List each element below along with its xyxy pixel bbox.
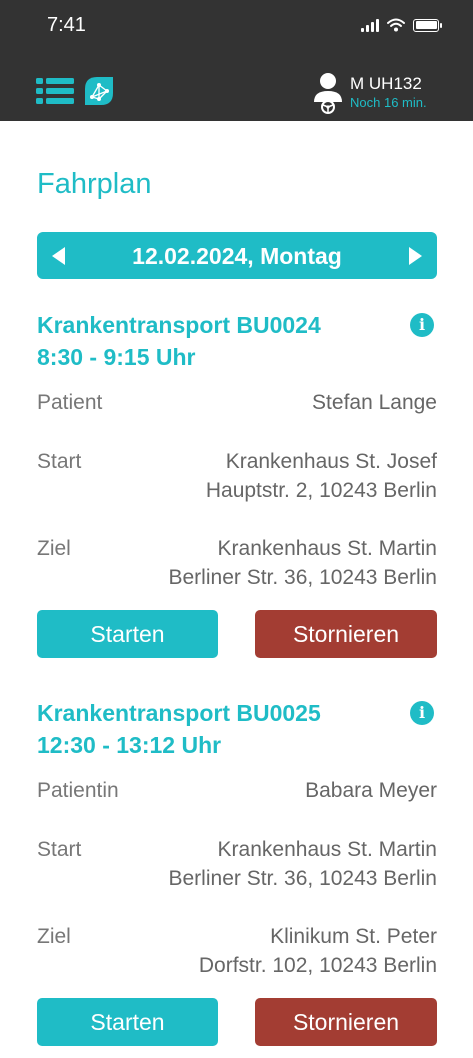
destination-line-1: Krankenhaus St. Martin [217, 537, 437, 560]
start-button[interactable]: Starten [37, 998, 218, 1046]
patient-name: Stefan Lange [312, 391, 437, 414]
destination-line-2: Berliner Str. 36, 10243 Berlin [168, 566, 438, 589]
date-navigator: 12.02.2024, Montag [37, 232, 437, 279]
vehicle-id: M UH132 [350, 74, 422, 93]
remaining-time: Noch 16 min. [350, 95, 427, 110]
start-location: Krankenhaus St. Josef Hauptstr. 2, 10243… [206, 447, 437, 505]
wifi-icon [387, 18, 405, 32]
patient-name: Babara Meyer [305, 779, 437, 802]
start-line-1: Krankenhaus St. Martin [217, 838, 437, 861]
transport-title: Krankentransport BU0025 [37, 700, 321, 726]
current-date: 12.02.2024, Montag [132, 243, 342, 269]
battery-icon [413, 18, 442, 32]
transport-card: Krankentransport BU0025 12:30 - 13:12 Uh… [37, 698, 437, 1058]
cancel-button[interactable]: Stornieren [255, 610, 437, 658]
patient-label: Patient [37, 391, 103, 414]
destination-line-1: Klinikum St. Peter [270, 925, 437, 948]
info-icon[interactable]: i [410, 313, 434, 337]
info-icon[interactable]: i [410, 701, 434, 725]
status-time: 7:41 [47, 14, 86, 36]
page-title: Fahrplan [37, 168, 152, 200]
network-leaf-icon[interactable] [83, 75, 115, 107]
user-icon[interactable] [312, 72, 344, 116]
start-label: Start [37, 838, 82, 861]
menu-icon[interactable] [36, 77, 74, 105]
signal-icon [361, 18, 379, 32]
start-location: Krankenhaus St. Martin Berliner Str. 36,… [169, 835, 438, 893]
transport-time: 8:30 - 9:15 Uhr [37, 344, 196, 370]
start-label: Start [37, 450, 82, 473]
destination-label: Ziel [37, 537, 71, 560]
start-line-2: Hauptstr. 2, 10243 Berlin [205, 479, 437, 502]
chevron-right-icon[interactable] [409, 247, 422, 265]
destination-location: Krankenhaus St. Martin Berliner Str. 36,… [169, 534, 438, 592]
transport-title: Krankentransport BU0024 [37, 312, 321, 338]
transport-time: 12:30 - 13:12 Uhr [37, 732, 222, 758]
app-header: 7:41 M UH132 Noch 16 min. [0, 0, 473, 121]
status-icons [361, 16, 442, 34]
cancel-button[interactable]: Stornieren [255, 998, 437, 1046]
transport-card: Krankentransport BU0024 8:30 - 9:15 Uhr … [37, 310, 437, 670]
start-line-1: Krankenhaus St. Josef [225, 450, 437, 473]
start-button[interactable]: Starten [37, 610, 218, 658]
start-line-2: Berliner Str. 36, 10243 Berlin [168, 867, 438, 890]
destination-label: Ziel [37, 925, 71, 948]
destination-line-2: Dorfstr. 102, 10243 Berlin [198, 954, 437, 977]
destination-location: Klinikum St. Peter Dorfstr. 102, 10243 B… [199, 922, 437, 980]
patient-label: Patientin [37, 779, 119, 802]
